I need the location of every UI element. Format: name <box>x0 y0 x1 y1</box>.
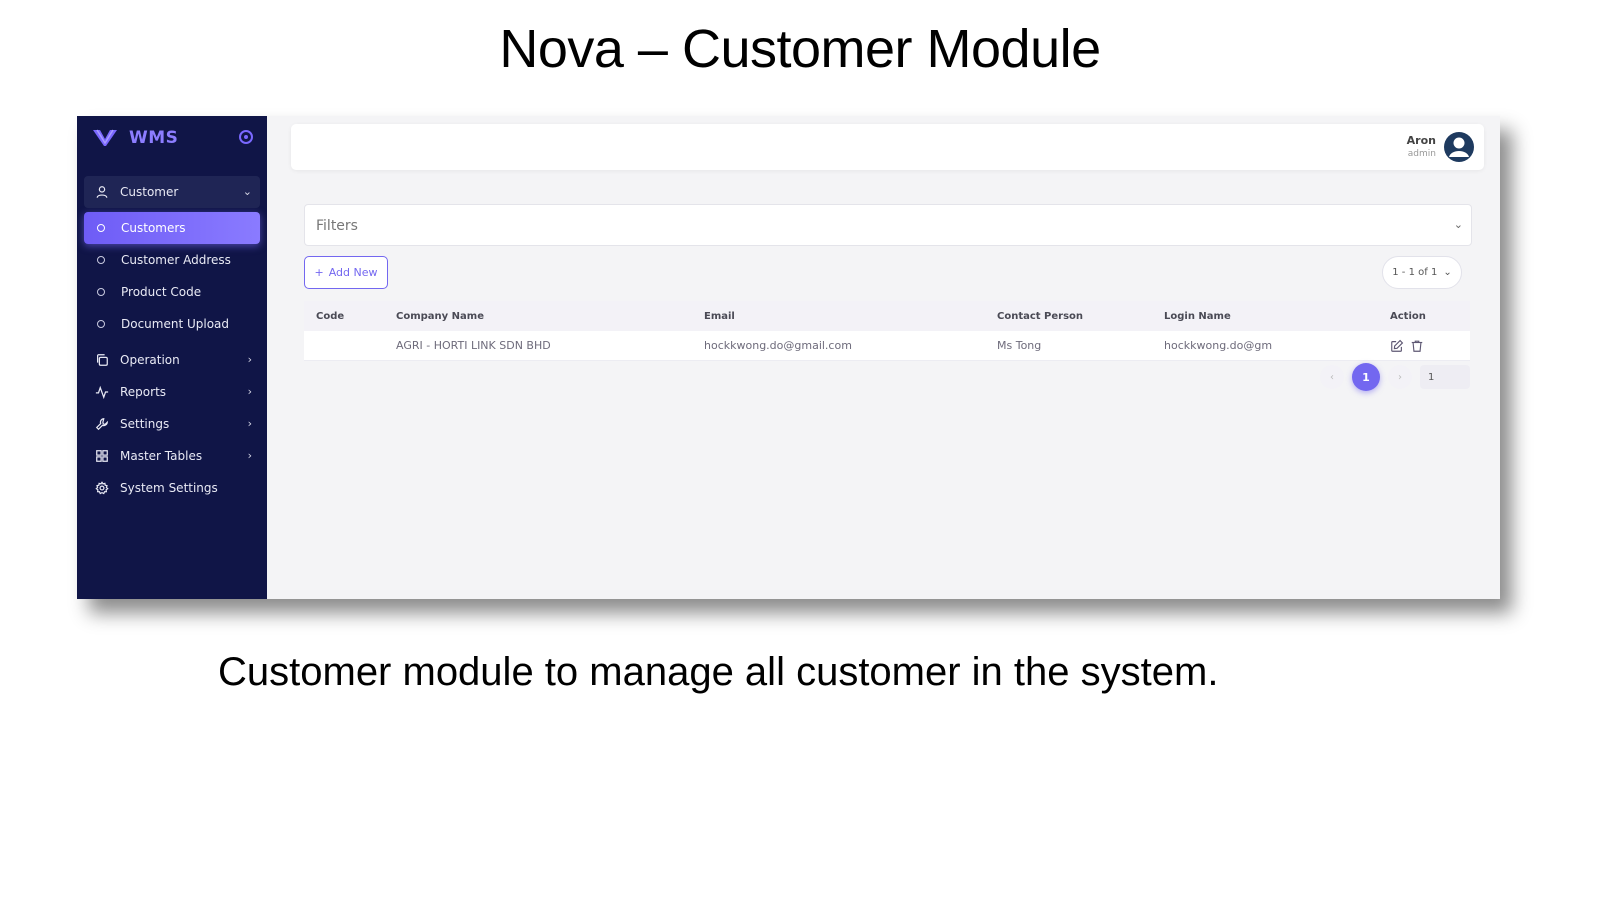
sidebar-item-reports[interactable]: Reports › <box>84 376 260 408</box>
customers-table: Code Company Name Email Contact Person L… <box>304 301 1470 361</box>
column-header[interactable]: Login Name <box>1154 311 1380 322</box>
cell-action <box>1380 339 1470 353</box>
column-header[interactable]: Contact Person <box>987 311 1154 322</box>
page-size-select[interactable]: 1 - 1 of 1 ⌄ <box>1382 256 1462 289</box>
activity-icon <box>94 384 110 400</box>
logo-icon <box>93 129 117 146</box>
user-name: Aron <box>1406 134 1436 147</box>
sidebar-nav: Customer ⌄ Customers Customer Address Pr… <box>77 176 267 504</box>
sidebar-item-label: Reports <box>120 385 167 399</box>
cell-email: hockkwong.do@gmail.com <box>704 339 852 352</box>
user-role: admin <box>1407 149 1436 159</box>
prev-page-button[interactable]: ‹ <box>1320 365 1344 389</box>
goto-page-input[interactable]: 1 <box>1420 365 1470 389</box>
chevron-down-icon: ⌄ <box>1453 219 1463 231</box>
sidebar-item-settings[interactable]: Settings › <box>84 408 260 440</box>
chevron-right-icon: › <box>247 385 252 398</box>
chevron-right-icon: › <box>247 353 252 366</box>
trash-icon[interactable] <box>1410 339 1424 353</box>
current-page[interactable]: 1 <box>1352 363 1380 391</box>
cell-company: AGRI - HORTI LINK SDN BHD <box>396 339 551 352</box>
sidebar-toggle-icon[interactable] <box>239 130 253 144</box>
circle-icon <box>97 320 105 328</box>
copy-icon <box>94 352 110 368</box>
sidebar-item-operation[interactable]: Operation › <box>84 344 260 376</box>
main-content: Aron admin Filters ⌄ + Add New 1 - 1 of … <box>267 116 1500 599</box>
column-header[interactable]: Company Name <box>386 311 694 322</box>
chevron-down-icon: ⌄ <box>242 185 252 198</box>
slide-caption: Customer module to manage all customer i… <box>218 650 1219 694</box>
chevron-right-icon: › <box>247 449 252 462</box>
table-header: Code Company Name Email Contact Person L… <box>304 301 1470 331</box>
column-header: Action <box>1390 310 1426 322</box>
user-avatar-icon <box>1449 137 1469 157</box>
avatar[interactable] <box>1444 132 1474 162</box>
cell-contact: Ms Tong <box>997 339 1042 352</box>
sidebar-item-label: Master Tables <box>120 449 203 463</box>
grid-icon <box>94 448 110 464</box>
next-page-button[interactable]: › <box>1388 365 1412 389</box>
sidebar-item-label: Settings <box>120 417 170 431</box>
add-new-label: Add New <box>328 266 378 279</box>
filters-panel[interactable]: Filters ⌄ <box>304 204 1472 246</box>
sidebar: WMS Customer ⌄ Customers Customer Addres… <box>77 116 267 599</box>
sidebar-item-master-tables[interactable]: Master Tables › <box>84 440 260 472</box>
plus-icon: + <box>314 266 324 279</box>
sidebar-item-label: Customer Address <box>121 253 231 267</box>
sidebar-item-customer-address[interactable]: Customer Address <box>84 244 260 276</box>
sidebar-item-label: System Settings <box>120 481 218 495</box>
sidebar-item-label: Operation <box>120 353 180 367</box>
add-new-button[interactable]: + Add New <box>304 256 388 289</box>
sidebar-item-product-code[interactable]: Product Code <box>84 276 260 308</box>
gear-icon <box>94 480 110 496</box>
column-header[interactable]: Code <box>304 311 386 322</box>
sidebar-item-label: Product Code <box>121 285 202 299</box>
cell-login: hockkwong.do@gm <box>1164 339 1273 352</box>
filters-label: Filters <box>316 218 358 234</box>
circle-icon <box>97 288 105 296</box>
slide-title: Nova – Customer Module <box>499 19 1101 79</box>
tool-icon <box>94 416 110 432</box>
sidebar-item-label: Customers <box>121 221 186 235</box>
sidebar-item-customers[interactable]: Customers <box>84 212 260 244</box>
brand-name: WMS <box>129 128 179 148</box>
top-navbar: Aron admin <box>291 124 1484 170</box>
edit-icon[interactable] <box>1390 339 1404 353</box>
circle-icon <box>97 256 105 264</box>
sidebar-item-customer[interactable]: Customer ⌄ <box>84 176 260 208</box>
chevron-down-icon: ⌄ <box>1443 267 1452 278</box>
pagination: ‹ 1 › 1 <box>1320 363 1470 391</box>
sidebar-item-system-settings[interactable]: System Settings <box>84 472 260 504</box>
circle-icon <box>97 224 105 232</box>
sidebar-item-document-upload[interactable]: Document Upload <box>84 308 260 340</box>
user-icon <box>94 184 110 200</box>
table-row[interactable]: AGRI - HORTI LINK SDN BHD hockkwong.do@g… <box>304 331 1470 361</box>
column-header[interactable]: Email <box>694 311 987 322</box>
page-size-value: 1 - 1 of 1 <box>1392 267 1438 278</box>
chevron-right-icon: › <box>247 417 252 430</box>
sidebar-item-label: Customer <box>120 185 179 199</box>
app-window: WMS Customer ⌄ Customers Customer Addres… <box>77 116 1500 599</box>
sidebar-item-label: Document Upload <box>121 317 230 331</box>
